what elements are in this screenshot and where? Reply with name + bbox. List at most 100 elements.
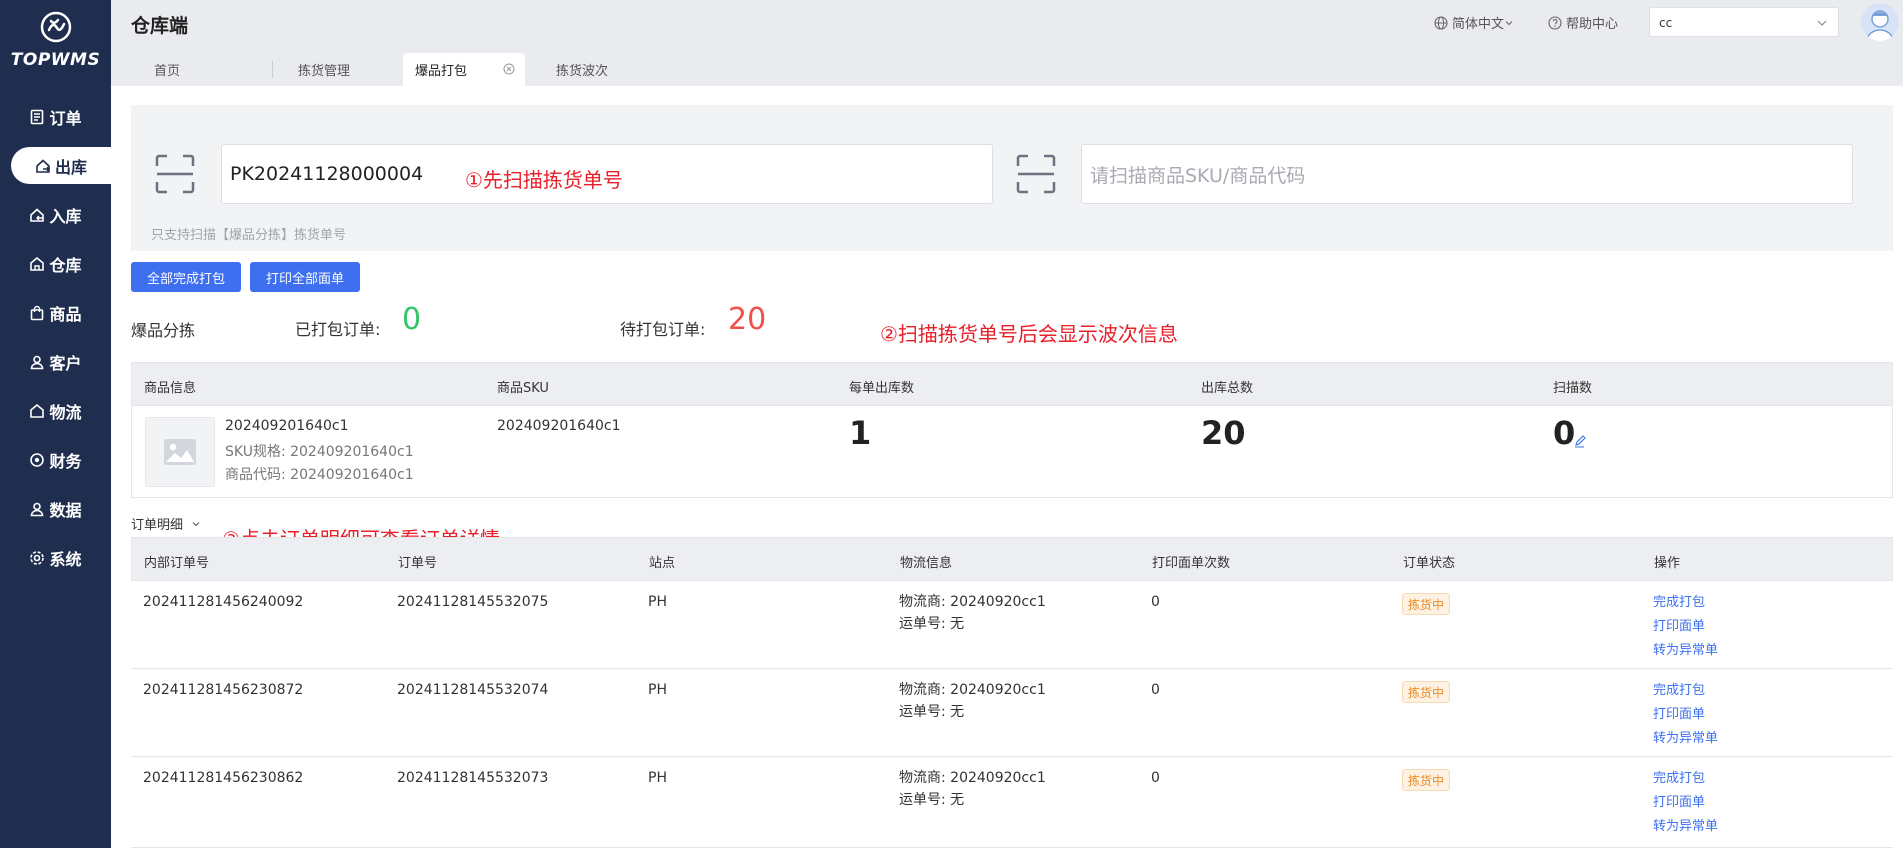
internal-order-no: 202411281456230872 <box>143 682 304 698</box>
tab-bar: 首页 拣货管理 爆品打包 拣货波次 <box>111 45 1903 86</box>
tracking-no: 运单号: 无 <box>899 704 965 720</box>
annotation-step-2: ②扫描拣货单号后会显示波次信息 <box>880 322 1178 346</box>
order-no: 20241128145532073 <box>397 770 549 786</box>
col-actions: 操作 <box>1654 556 1681 571</box>
scan-icon <box>155 154 195 194</box>
tab-pick-wave[interactable]: 拣货波次 <box>532 53 662 86</box>
language-label: 简体中文 <box>1452 17 1505 32</box>
print-count: 0 <box>1151 682 1160 698</box>
page-title: 仓库端 <box>131 15 189 37</box>
product-sku: 202409201640c1 <box>497 418 621 434</box>
sidebar-item-logistics[interactable]: 物流 <box>0 392 111 429</box>
tab-hot-packing[interactable]: 爆品打包 <box>403 53 525 86</box>
sidebar-item-label: 出库 <box>54 157 87 177</box>
sidebar-item-inbound[interactable]: 入库 <box>0 196 111 233</box>
sidebar-item-label: 订单 <box>49 108 82 128</box>
chevron-down-icon <box>192 521 200 526</box>
sidebar-item-system[interactable]: 系统 <box>0 539 111 576</box>
help-center-link[interactable]: 帮助中心 <box>1548 13 1618 32</box>
internal-order-no: 202411281456240092 <box>143 594 304 610</box>
complete-packing-link[interactable]: 完成打包 <box>1653 591 1705 610</box>
sidebar-nav: 订单 出库 入库 仓库 商品 客户 物流 财务 数据 系统 <box>0 98 111 588</box>
product-image <box>145 417 215 487</box>
language-switcher[interactable]: 简体中文 <box>1434 13 1518 32</box>
sidebar-item-label: 物流 <box>49 402 82 422</box>
order-detail-label: 订单明细 <box>131 518 184 533</box>
per-order-qty: 1 <box>849 414 872 452</box>
order-no: 20241128145532075 <box>397 594 549 610</box>
tab-pick-management[interactable]: 拣货管理 <box>274 53 404 86</box>
avatar-icon <box>1866 10 1894 41</box>
sidebar-item-orders[interactable]: 订单 <box>0 98 111 135</box>
warehouse-select[interactable]: cc <box>1649 7 1839 37</box>
sidebar-item-customers[interactable]: 客户 <box>0 343 111 380</box>
table-row: 202411281456240092 20241128145532075 PH … <box>131 581 1893 669</box>
sidebar-item-finance[interactable]: 财务 <box>0 441 111 478</box>
status-badge: 拣货中 <box>1402 769 1451 791</box>
mark-exception-link[interactable]: 转为异常单 <box>1653 815 1718 834</box>
document-icon <box>29 109 45 125</box>
close-icon[interactable] <box>503 63 515 75</box>
order-detail-toggle[interactable]: 订单明细 <box>131 514 201 533</box>
col-print-count: 打印面单次数 <box>1152 556 1231 571</box>
col-order-status: 订单状态 <box>1403 556 1456 571</box>
table-row: 202411281456230872 20241128145532074 PH … <box>131 669 1893 757</box>
print-label-link[interactable]: 打印面单 <box>1653 703 1705 722</box>
sidebar: TOPWMS 订单 出库 入库 仓库 商品 客户 物流 财务 数据 系统 <box>0 0 111 848</box>
sidebar-item-products[interactable]: 商品 <box>0 294 111 331</box>
sku-scan-placeholder: 请扫描商品SKU/商品代码 <box>1090 164 1306 187</box>
gear-icon <box>29 550 45 566</box>
sort-type-label: 爆品分拣 <box>131 321 196 340</box>
sidebar-item-outbound[interactable]: 出库 <box>11 147 111 184</box>
complete-packing-link[interactable]: 完成打包 <box>1653 767 1705 786</box>
packed-orders-count: 0 <box>402 302 422 337</box>
chevron-down-icon <box>1505 20 1513 25</box>
tab-label: 首页 <box>154 64 181 79</box>
table-row: 202411281456230862 20241128145532073 PH … <box>131 757 1893 848</box>
scan-icon <box>1016 154 1056 194</box>
print-count: 0 <box>1151 594 1160 610</box>
packed-orders-label: 已打包订单: <box>295 320 381 339</box>
carrier: 物流商: 20240920cc1 <box>899 770 1046 786</box>
tracking-no: 运单号: 无 <box>899 616 965 632</box>
complete-packing-link[interactable]: 完成打包 <box>1653 679 1705 698</box>
avatar[interactable] <box>1861 3 1899 41</box>
inbound-icon <box>29 207 45 223</box>
logo[interactable]: TOPWMS <box>0 10 111 70</box>
status-badge: 拣货中 <box>1402 593 1451 615</box>
help-icon <box>1548 15 1562 30</box>
product-name: 202409201640c1 <box>225 418 349 434</box>
col-product-sku: 商品SKU <box>497 381 549 396</box>
print-label-link[interactable]: 打印面单 <box>1653 615 1705 634</box>
carrier: 物流商: 20240920cc1 <box>899 682 1046 698</box>
scan-panel: PK20241128000004 ①先扫描拣货单号 请扫描商品SKU/商品代码 … <box>131 105 1893 251</box>
edit-icon[interactable] <box>1573 434 1587 448</box>
tab-divider <box>272 61 273 78</box>
warehouse-icon <box>29 256 45 272</box>
tab-home[interactable]: 首页 <box>130 53 250 86</box>
print-label-link[interactable]: 打印面单 <box>1653 791 1705 810</box>
print-all-labels-button[interactable]: 打印全部面单 <box>250 262 360 292</box>
tab-label: 爆品打包 <box>415 64 468 79</box>
product-code: 商品代码: 202409201640c1 <box>225 467 414 483</box>
tab-label: 拣货波次 <box>556 64 609 79</box>
col-site: 站点 <box>649 556 676 571</box>
sidebar-item-label: 数据 <box>49 500 82 520</box>
mark-exception-link[interactable]: 转为异常单 <box>1653 639 1718 658</box>
col-internal-order-no: 内部订单号 <box>144 556 210 571</box>
complete-all-packing-button[interactable]: 全部完成打包 <box>131 262 241 292</box>
status-badge: 拣货中 <box>1402 681 1451 703</box>
sidebar-item-data[interactable]: 数据 <box>0 490 111 527</box>
tracking-no: 运单号: 无 <box>899 792 965 808</box>
sku-scan-input[interactable]: 请扫描商品SKU/商品代码 <box>1081 144 1853 204</box>
mark-exception-link[interactable]: 转为异常单 <box>1653 727 1718 746</box>
scanned-qty: 0 <box>1553 414 1576 452</box>
sidebar-item-label: 仓库 <box>49 255 82 275</box>
user-icon <box>29 354 45 370</box>
col-scanned-qty: 扫描数 <box>1553 381 1593 396</box>
image-placeholder-icon <box>164 439 196 465</box>
logo-icon <box>40 11 71 43</box>
tab-label: 拣货管理 <box>298 64 351 79</box>
sidebar-item-warehouse[interactable]: 仓库 <box>0 245 111 282</box>
total-qty: 20 <box>1201 414 1246 452</box>
